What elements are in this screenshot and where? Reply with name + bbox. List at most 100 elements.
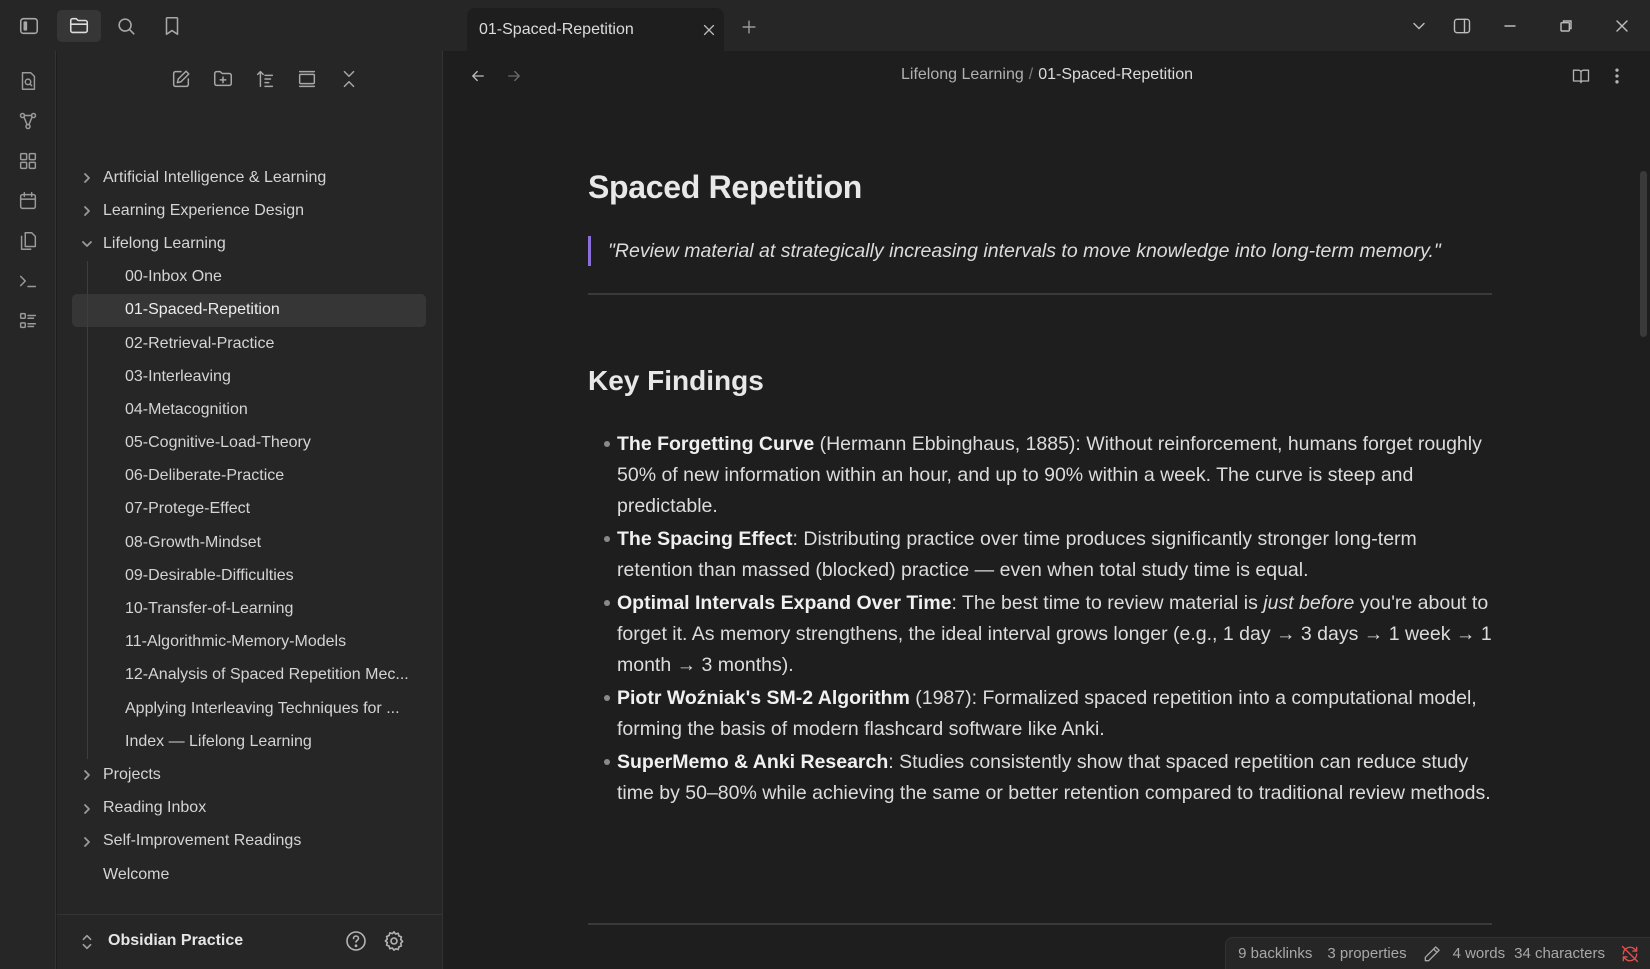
tree-item-label: Self-Improvement Readings (103, 832, 302, 850)
new-tab-plus-icon[interactable] (734, 12, 764, 42)
list-item: Piotr Woźniak's SM-2 Algorithm (1987): F… (588, 683, 1492, 745)
folder-item[interactable]: Learning Experience Design (57, 194, 443, 227)
restore-icon[interactable] (1538, 0, 1594, 51)
tab-title: 01-Spaced-Repetition (479, 20, 634, 38)
chevron-right-icon[interactable] (80, 768, 94, 782)
editor-scrollbar[interactable] (1640, 171, 1647, 337)
chevron-right-icon[interactable] (80, 802, 94, 816)
auto-reveal-icon[interactable] (289, 61, 325, 97)
file-item[interactable]: 00-Inbox One (57, 261, 443, 294)
templates-copy-icon[interactable] (10, 223, 46, 259)
toggle-sidebar-icon[interactable] (10, 10, 48, 42)
new-note-icon[interactable] (163, 61, 199, 97)
daily-note-calendar-icon[interactable] (10, 183, 46, 219)
finding-term: The Forgetting Curve (617, 433, 815, 455)
sync-error-icon[interactable] (1620, 944, 1640, 964)
file-item[interactable]: 07-Protege-Effect (57, 493, 443, 526)
quick-switcher-icon[interactable] (10, 63, 46, 99)
list-item: The Spacing Effect: Distributing practic… (588, 524, 1492, 586)
tab-list-chevron-down-icon[interactable] (1396, 0, 1442, 51)
tree-item-label: 02-Retrieval-Practice (125, 334, 275, 352)
tab-01-spaced-repetition[interactable]: 01-Spaced-Repetition (467, 8, 724, 51)
chevron-right-icon[interactable] (80, 835, 94, 849)
tree-item-label: Learning Experience Design (103, 201, 305, 219)
status-bar: 9 backlinks 3 properties 4 words 34 char… (1225, 937, 1650, 969)
tree-item-label: Lifelong Learning (103, 234, 226, 252)
settings-gear-icon[interactable] (382, 929, 408, 955)
files-tab-folder-icon[interactable] (57, 9, 101, 42)
note-content[interactable]: Spaced Repetition "Review material at st… (588, 169, 1492, 811)
toggle-right-sidebar-icon[interactable] (1442, 0, 1482, 51)
new-folder-icon[interactable] (205, 61, 241, 97)
minimize-icon[interactable] (1482, 0, 1538, 51)
folder-item[interactable]: Reading Inbox (57, 792, 443, 825)
status-character-count: 34 characters (1514, 945, 1605, 962)
tree-item-label: 08-Growth-Mindset (125, 533, 262, 551)
command-palette-terminal-icon[interactable] (10, 263, 46, 299)
window-controls (1396, 0, 1650, 51)
vault-name[interactable]: Obsidian Practice (108, 932, 243, 950)
bookmark-icon[interactable] (153, 10, 191, 42)
file-item[interactable]: Applying Interleaving Techniques for ... (57, 692, 443, 725)
tree-item-label: 03-Interleaving (125, 367, 231, 385)
finding-text-before: : The best time to review material is (951, 592, 1264, 614)
top-left-toolbar (0, 0, 191, 51)
file-item[interactable]: 11-Algorithmic-Memory-Models (57, 626, 443, 659)
file-item[interactable]: 09-Desirable-Difficulties (57, 559, 443, 592)
tree-item-label: Artificial Intelligence & Learning (103, 168, 327, 186)
tree-item-label: 09-Desirable-Difficulties (125, 566, 294, 584)
chevron-down-icon[interactable] (80, 237, 94, 251)
tree-item-label: 10-Transfer-of-Learning (125, 600, 294, 618)
folder-item[interactable]: Projects (57, 758, 443, 791)
chevron-right-icon[interactable] (80, 204, 94, 218)
file-item[interactable]: Welcome (57, 858, 443, 891)
edit-mode-pencil-icon[interactable] (1422, 944, 1442, 964)
horizontal-rule-bottom (588, 923, 1492, 925)
status-backlinks[interactable]: 9 backlinks (1238, 945, 1312, 962)
tree-item-label: Applying Interleaving Techniques for ... (125, 699, 400, 717)
outline-list-icon[interactable] (10, 303, 46, 339)
list-item: Optimal Intervals Expand Over Time: The … (588, 588, 1492, 681)
graph-view-icon[interactable] (10, 103, 46, 139)
finding-term: The Spacing Effect (617, 528, 793, 550)
file-item[interactable]: 12-Analysis of Spaced Repetition Mec... (57, 659, 443, 692)
breadcrumb-parent[interactable]: Lifelong Learning (901, 66, 1024, 83)
file-item[interactable]: Index — Lifelong Learning (57, 725, 443, 758)
close-window-icon[interactable] (1594, 0, 1650, 51)
canvas-icon[interactable] (10, 143, 46, 179)
folder-item[interactable]: Lifelong Learning (57, 227, 443, 260)
file-item[interactable]: 01-Spaced-Repetition (72, 293, 426, 327)
left-ribbon (0, 51, 56, 969)
tree-item-label: Projects (103, 765, 161, 783)
tree-item-label: 07-Protege-Effect (125, 500, 251, 518)
tree-item-label: Reading Inbox (103, 799, 207, 817)
breadcrumb-separator: / (1028, 66, 1034, 83)
chevron-right-icon[interactable] (80, 171, 94, 185)
breadcrumb-current[interactable]: 01-Spaced-Repetition (1038, 66, 1193, 83)
tree-item-label: 04-Metacognition (125, 400, 248, 418)
tree-item-label: 06-Deliberate-Practice (125, 467, 285, 485)
close-tab-icon[interactable] (694, 15, 724, 45)
sort-order-icon[interactable] (247, 61, 283, 97)
horizontal-rule (588, 293, 1492, 295)
file-item[interactable]: 04-Metacognition (57, 393, 443, 426)
vault-chevron-updown-icon[interactable] (79, 933, 95, 956)
file-item[interactable]: 10-Transfer-of-Learning (57, 592, 443, 625)
help-icon[interactable] (344, 929, 370, 955)
file-item[interactable]: 05-Cognitive-Load-Theory (57, 427, 443, 460)
status-properties[interactable]: 3 properties (1327, 945, 1406, 962)
file-item[interactable]: 03-Interleaving (57, 360, 443, 393)
file-item[interactable]: 02-Retrieval-Practice (57, 327, 443, 360)
title-bar: 01-Spaced-Repetition (0, 0, 1650, 51)
folder-item[interactable]: Self-Improvement Readings (57, 825, 443, 858)
collapse-all-icon[interactable] (331, 61, 367, 97)
more-options-icon[interactable] (1604, 63, 1630, 89)
breadcrumb: Lifelong Learning/01-Spaced-Repetition (444, 66, 1650, 84)
findings-list: The Forgetting Curve (Hermann Ebbinghaus… (588, 429, 1492, 809)
file-item[interactable]: 08-Growth-Mindset (57, 526, 443, 559)
reading-view-book-icon[interactable] (1568, 63, 1594, 89)
search-icon[interactable] (107, 10, 145, 42)
folder-item[interactable]: Artificial Intelligence & Learning (57, 161, 443, 194)
file-item[interactable]: 06-Deliberate-Practice (57, 460, 443, 493)
view-header: Lifelong Learning/01-Spaced-Repetition (444, 51, 1650, 99)
